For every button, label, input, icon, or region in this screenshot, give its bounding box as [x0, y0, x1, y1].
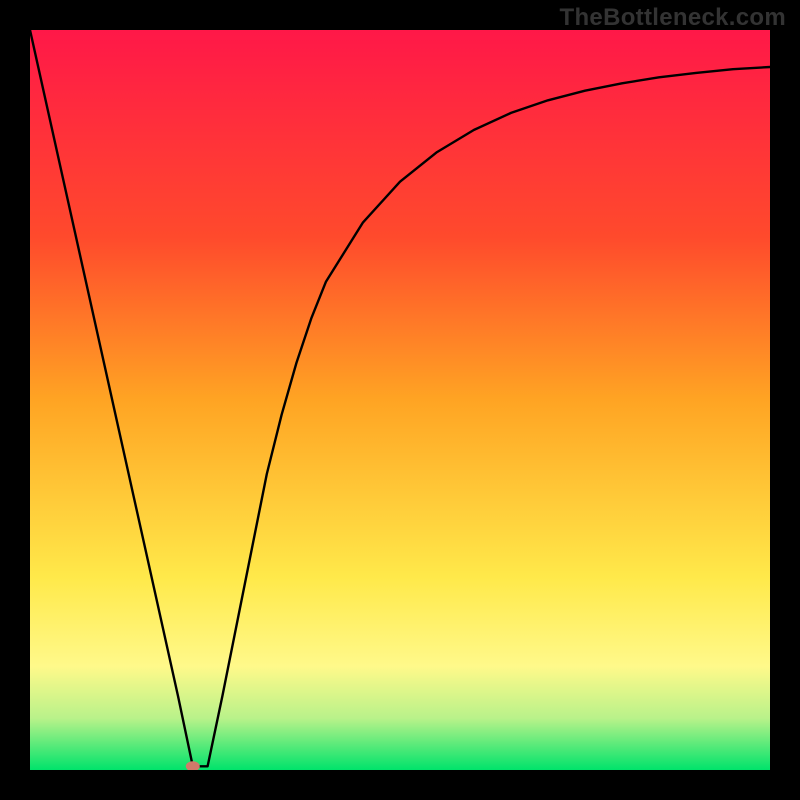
plot-area — [30, 30, 770, 770]
watermark-text: TheBottleneck.com — [560, 4, 786, 32]
gradient-background — [30, 30, 770, 770]
chart-svg — [30, 30, 770, 770]
chart-frame: TheBottleneck.com — [0, 0, 800, 800]
